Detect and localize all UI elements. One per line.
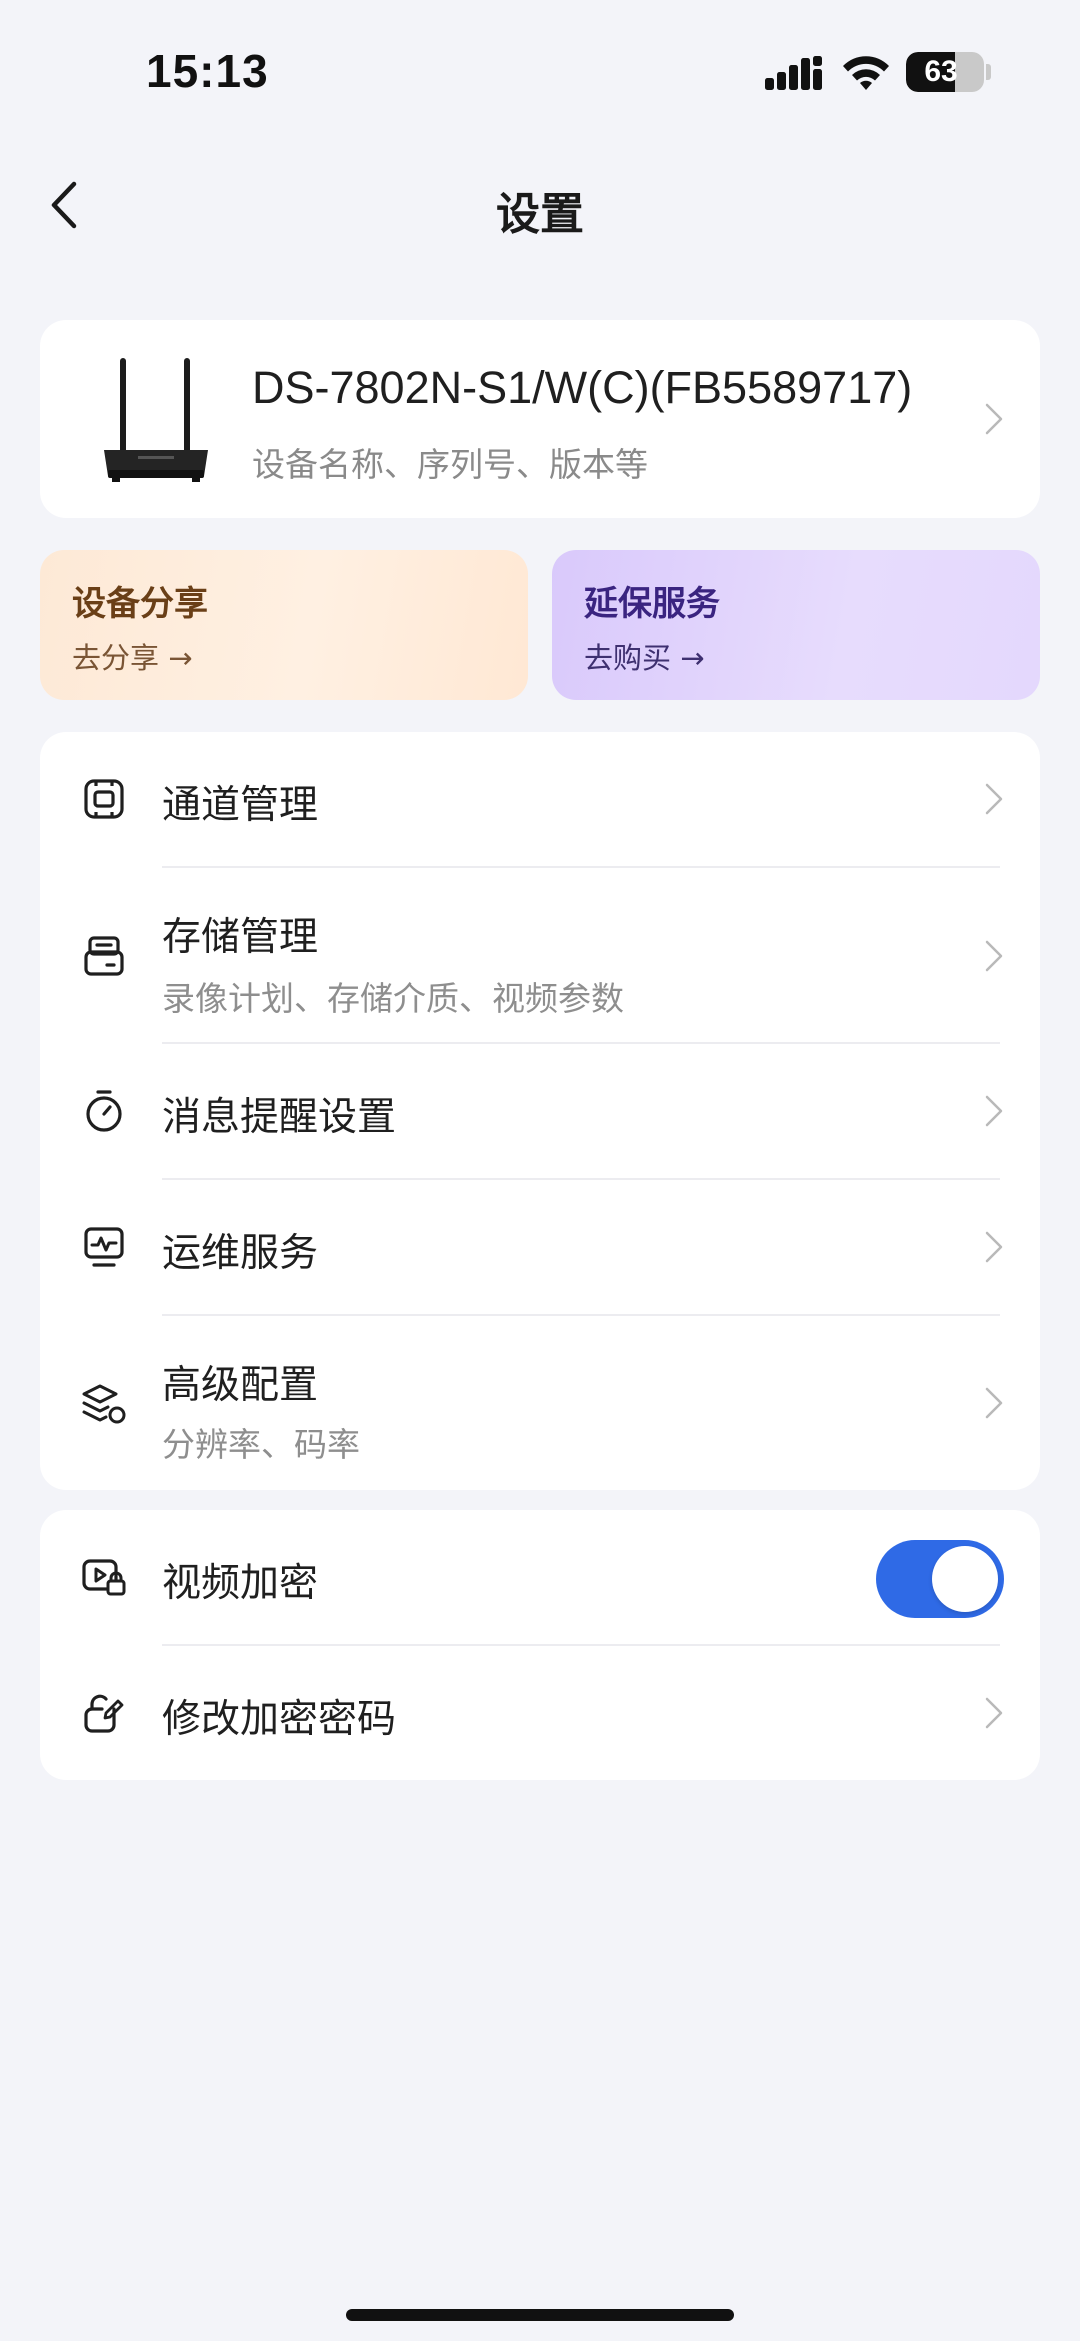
extended-warranty-card[interactable]: 延保服务 去购买 → bbox=[552, 550, 1040, 700]
menu-item-channel-management[interactable]: 通道管理 bbox=[40, 732, 1040, 866]
menu-item-label: 运维服务 bbox=[162, 1231, 319, 1276]
video-lock-icon bbox=[80, 1553, 128, 1601]
extended-warranty-title: 延保服务 bbox=[584, 584, 720, 624]
device-share-title: 设备分享 bbox=[72, 584, 208, 624]
chevron-right-icon bbox=[983, 1385, 1005, 1421]
menu-item-storage-management[interactable]: 存储管理 录像计划、存储介质、视频参数 bbox=[40, 868, 1040, 1044]
layers-icon bbox=[80, 1380, 128, 1428]
chevron-right-icon bbox=[983, 1695, 1005, 1731]
device-share-card[interactable]: 设备分享 去分享 → bbox=[40, 550, 528, 700]
menu-item-label: 修改加密密码 bbox=[162, 1697, 397, 1742]
device-name: DS-7802N-S1/W(C)(FB5589717) bbox=[252, 362, 913, 413]
wifi-icon bbox=[843, 56, 889, 90]
chevron-right-icon bbox=[983, 938, 1005, 974]
chevron-right-icon bbox=[983, 1093, 1005, 1129]
battery-tip bbox=[986, 64, 991, 80]
timer-icon bbox=[80, 1087, 128, 1135]
cellular-signal-icon bbox=[765, 56, 822, 90]
menu-item-message-reminder[interactable]: 消息提醒设置 bbox=[40, 1044, 1040, 1178]
status-bar: 15:13 63 bbox=[0, 0, 1080, 130]
battery-icon: 63 bbox=[906, 52, 984, 92]
toggle-knob bbox=[932, 1546, 998, 1612]
chevron-right-icon bbox=[983, 1229, 1005, 1265]
device-info-card[interactable]: DS-7802N-S1/W(C)(FB5589717) 设备名称、序列号、版本等 bbox=[40, 320, 1040, 518]
chevron-right-icon bbox=[983, 401, 1005, 437]
menu-item-label: 高级配置 bbox=[162, 1363, 319, 1408]
status-time: 15:13 bbox=[146, 45, 269, 97]
settings-menu-group: 通道管理 存储管理 录像计划、存储介质、视频参数 消息提醒设置 运维服务 高级配… bbox=[40, 732, 1040, 1490]
home-indicator[interactable] bbox=[346, 2309, 734, 2321]
router-device-image bbox=[104, 358, 208, 482]
menu-item-operations-service[interactable]: 运维服务 bbox=[40, 1180, 1040, 1314]
device-share-link[interactable]: 去分享 → bbox=[72, 635, 193, 677]
menu-item-label: 存储管理 bbox=[162, 915, 319, 960]
menu-item-label: 通道管理 bbox=[162, 783, 319, 828]
channel-icon bbox=[80, 775, 128, 823]
monitor-icon bbox=[80, 1223, 128, 1271]
menu-item-video-encryption: 视频加密 bbox=[40, 1510, 1040, 1644]
nav-bar: 设置 bbox=[0, 150, 1080, 260]
extended-warranty-link[interactable]: 去购买 → bbox=[584, 635, 705, 677]
video-encryption-toggle[interactable] bbox=[876, 1540, 1004, 1618]
menu-item-subtitle: 分辨率、码率 bbox=[162, 1425, 360, 1464]
chevron-right-icon bbox=[983, 781, 1005, 817]
menu-item-change-encryption-password[interactable]: 修改加密密码 bbox=[40, 1646, 1040, 1780]
menu-item-label: 消息提醒设置 bbox=[162, 1095, 397, 1140]
battery-percent: 63 bbox=[924, 55, 958, 88]
menu-item-subtitle: 录像计划、存储介质、视频参数 bbox=[162, 979, 624, 1018]
storage-icon bbox=[80, 932, 128, 980]
security-menu-group: 视频加密 修改加密密码 bbox=[40, 1510, 1040, 1780]
page-title: 设置 bbox=[496, 189, 584, 240]
menu-item-label: 视频加密 bbox=[162, 1561, 319, 1606]
menu-item-advanced-config[interactable]: 高级配置 分辨率、码率 bbox=[40, 1316, 1040, 1490]
device-subtitle: 设备名称、序列号、版本等 bbox=[252, 445, 648, 484]
edit-lock-icon bbox=[80, 1689, 128, 1737]
